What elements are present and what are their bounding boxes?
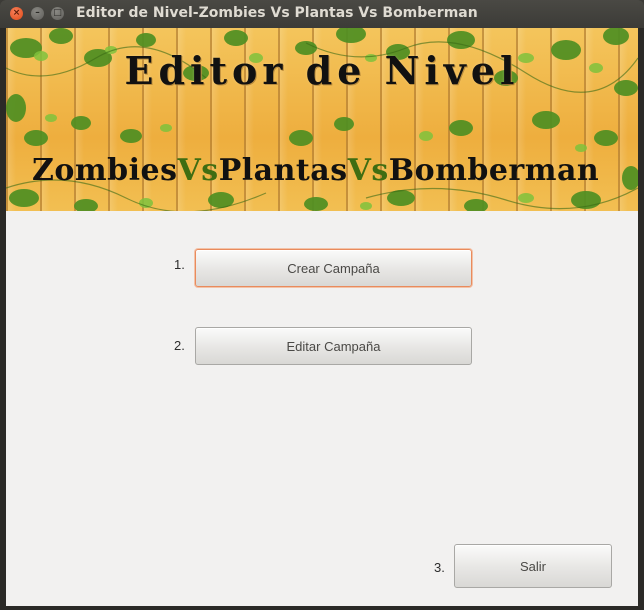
option-number-1: 1. <box>174 257 185 272</box>
banner-title: Editor de Nivel <box>124 48 520 93</box>
header-banner: Editor de Nivel ZombiesVsPlantasVsBomber… <box>6 28 638 211</box>
option-number-3: 3. <box>434 560 445 575</box>
close-icon[interactable]: × <box>10 7 23 20</box>
minimize-icon[interactable]: – <box>31 7 44 20</box>
app-window: × – □ Editor de Nivel-Zombies Vs Plantas… <box>0 0 644 610</box>
subtitle-vs-2: Vs <box>347 153 389 188</box>
window-title: Editor de Nivel-Zombies Vs Plantas Vs Bo… <box>76 5 478 21</box>
edit-campaign-button[interactable]: Editar Campaña <box>195 327 472 365</box>
subtitle-bomberman: Bomberman <box>388 153 600 188</box>
title-bar[interactable]: × – □ Editor de Nivel-Zombies Vs Plantas… <box>0 0 644 29</box>
exit-button[interactable]: Salir <box>454 544 612 588</box>
banner-subtitle: ZombiesVsPlantasVsBomberman <box>32 153 599 188</box>
subtitle-plantas: Plantas <box>218 153 348 188</box>
maximize-icon[interactable]: □ <box>51 7 64 20</box>
option-number-2: 2. <box>174 338 185 353</box>
subtitle-vs-1: Vs <box>177 153 219 188</box>
create-campaign-button[interactable]: Crear Campaña <box>195 249 472 287</box>
main-content: Editor de Nivel ZombiesVsPlantasVsBomber… <box>6 28 638 606</box>
subtitle-zombies: Zombies <box>32 153 178 188</box>
